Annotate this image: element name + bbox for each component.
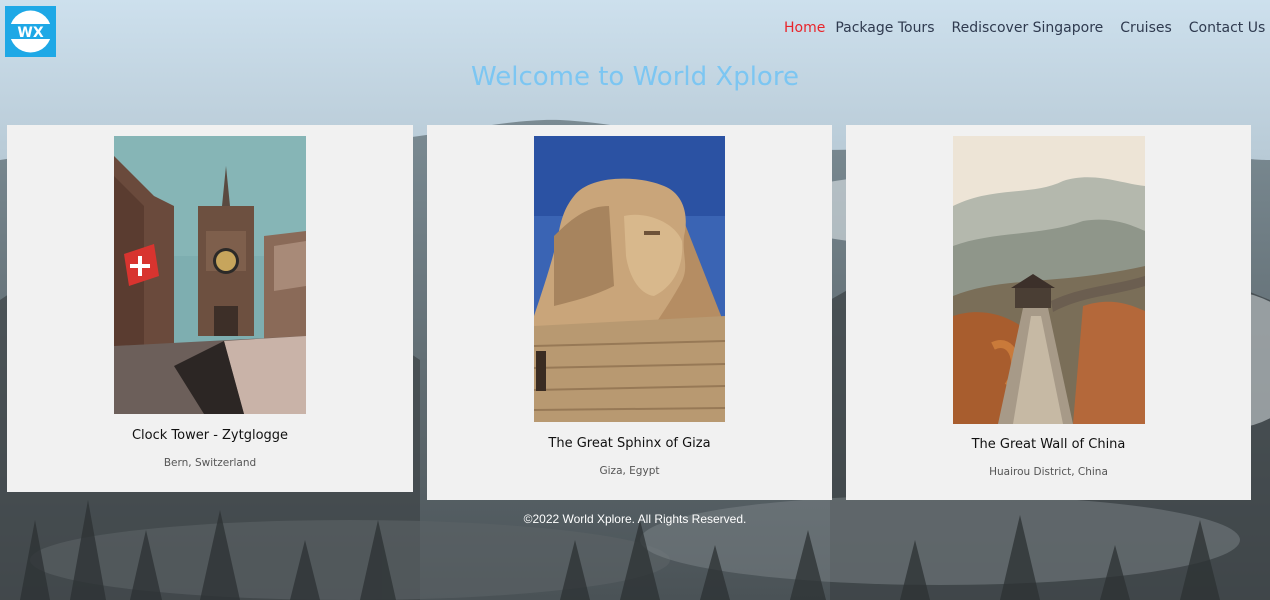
nav-contact-us[interactable]: Contact Us [1189,18,1265,38]
logo-icon: WX [5,6,56,57]
page-title: Welcome to World Xplore [471,62,799,92]
card-name: Clock Tower - Zytglogge [131,428,289,443]
logo[interactable]: WX [5,6,56,57]
destination-card-great-wall[interactable]: The Great Wall of China Huairou District… [846,125,1251,500]
nav-home[interactable]: Home [784,18,825,38]
sphinx-photo [534,136,725,422]
destination-card-clock-tower[interactable]: Clock Tower - Zytglogge Bern, Switzerlan… [7,125,413,492]
card-location: Huairou District, China [989,466,1108,478]
card-location: Giza, Egypt [599,465,660,477]
logo-text: WX [17,25,43,41]
nav-rediscover-singapore[interactable]: Rediscover Singapore [952,18,1104,38]
great-wall-photo [953,136,1145,424]
card-name: The Great Wall of China [971,437,1126,452]
footer-copyright: ©2022 World Xplore. All Rights Reserved. [523,512,747,526]
nav-cruises[interactable]: Cruises [1120,18,1172,38]
card-name: The Great Sphinx of Giza [548,436,711,451]
nav-package-tours[interactable]: Package Tours [835,18,934,38]
main-nav: Home Package Tours Rediscover Singapore … [784,18,1270,38]
clock-tower-photo [114,136,306,414]
card-location: Bern, Switzerland [163,457,257,469]
destination-card-sphinx[interactable]: The Great Sphinx of Giza Giza, Egypt [427,125,832,500]
